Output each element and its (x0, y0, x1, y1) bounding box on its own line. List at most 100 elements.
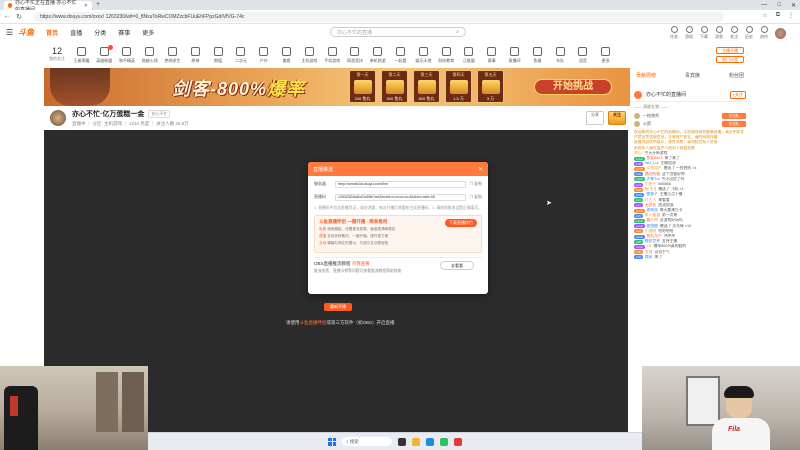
copy-server-button[interactable]: ❐ 复制 (469, 181, 482, 187)
edge-icon[interactable] (426, 437, 434, 446)
dialog-note: 1. 直播码中包含直播凭证，请勿泄露；每次开播后将重新生成直播码。2. 请按照推… (314, 206, 482, 210)
header-task-icon[interactable]: 任务 (670, 26, 678, 40)
nav-more[interactable]: 更多 (142, 28, 154, 37)
category-icon (601, 46, 611, 56)
header-game-icon[interactable]: 游戏 (685, 26, 693, 40)
category-icon (122, 46, 132, 56)
category-item[interactable]: 直播间 (503, 46, 526, 64)
site-logo[interactable]: 斗鱼 (18, 27, 34, 38)
chat-message-list[interactable]: 欢迎来到亦心不忙的直播间，斗鱼倡导绿色健康直播，请文明发言 严禁宣传违规信息，注意… (630, 128, 750, 262)
server-address-field[interactable]: rtmp://sendtc3a.douyu.com/live (335, 180, 467, 188)
back-icon[interactable]: ← (2, 13, 12, 20)
tab-close-icon[interactable]: ✕ (84, 3, 88, 9)
category-item[interactable]: 二次元 (230, 46, 253, 64)
category-item[interactable]: 户外 (252, 46, 275, 64)
category-item[interactable]: 更多 (594, 46, 617, 64)
download-companion-button[interactable]: 下载直播伴侣 (445, 219, 477, 227)
nav-home[interactable]: 首页 (46, 28, 58, 37)
category-item[interactable]: 美食 (275, 46, 298, 64)
category-item[interactable]: 科技教育 (435, 46, 458, 64)
category-item[interactable]: 绝地求生 (161, 46, 184, 64)
nav-live[interactable]: 直播 (70, 28, 82, 37)
hamburger-menu-icon[interactable]: ☰ (6, 28, 13, 37)
new-tab-icon[interactable]: + (96, 1, 100, 8)
view-tutorial-button[interactable]: 去看看 (440, 261, 474, 270)
site-search-input[interactable]: 亦心不忙的直播 ⌕ (330, 27, 466, 37)
menu-dots-icon[interactable]: ⋮ (788, 12, 794, 19)
task-view-icon[interactable] (398, 437, 406, 446)
nav-category[interactable]: 分类 (94, 28, 106, 37)
follow-button[interactable]: 关注 (608, 111, 626, 125)
app-icon[interactable] (454, 437, 462, 446)
windows-start-icon[interactable] (328, 437, 336, 446)
maximize-button[interactable]: □ (777, 2, 781, 8)
category-item[interactable]: 和平精英 (116, 46, 139, 64)
share-button[interactable]: 分享 (586, 111, 604, 125)
dialog-close-icon[interactable]: ✕ (478, 166, 483, 173)
reward-tier: 第三天 800 鱼丸 (413, 70, 440, 103)
dialog-title: 直播推流 (313, 166, 334, 173)
header-create-icon[interactable]: 创作 (760, 26, 768, 40)
search-icon[interactable]: ⌕ (456, 29, 459, 35)
stream-key-field[interactable]: 12632304sAkoOc6Ne?wsSecret=•••••••••••••… (335, 193, 467, 201)
refresh-icon[interactable]: ↻ (14, 13, 24, 21)
header-follow-icon[interactable]: 关注 (730, 26, 738, 40)
nav-events[interactable]: 赛事 (118, 28, 130, 37)
copy-key-button[interactable]: ❐ 复制 (469, 194, 482, 200)
category-item[interactable]: 语音 (572, 46, 595, 64)
url-input[interactable]: https://www.douyu.com/xxxx/ 1263230/wlt=… (34, 12, 724, 22)
category-item[interactable]: 王者荣耀 (70, 46, 93, 64)
category-item[interactable]: 车队 (549, 46, 572, 64)
level-badge: Lv12 (634, 156, 645, 161)
room-follow-button[interactable]: +关注 (729, 90, 746, 99)
chat-username[interactable]: 糯米 (645, 255, 653, 260)
send-gift-button[interactable]: 去送礼 (722, 113, 746, 119)
companion-app-link[interactable]: 斗鱼直播伴侣 (300, 320, 327, 325)
category-item[interactable]: 穿越火线 (138, 46, 161, 64)
star-icon[interactable]: ☆ (762, 12, 767, 19)
badge-hot-category[interactable]: 热门分类 (716, 56, 744, 63)
banner-cta-button[interactable]: 开始挑战 (534, 79, 612, 95)
category-item[interactable]: 单机热游 (366, 46, 389, 64)
category-icon (373, 46, 383, 56)
panel-line: 互动 弹幕礼物实时展示，与观众互动更轻松 (319, 241, 389, 245)
category-item[interactable]: 网游竞技 (344, 46, 367, 64)
badge-anchor-live[interactable]: 主播开播 (716, 47, 744, 54)
level-badge: Lv6 (634, 172, 643, 177)
restart-stream-button[interactable]: 重新开播 (324, 303, 352, 311)
category-item[interactable]: 颜值 (207, 46, 230, 64)
file-explorer-icon[interactable] (412, 437, 420, 446)
category-item[interactable]: 娱乐天地 (412, 46, 435, 64)
streamer-avatar[interactable] (50, 110, 66, 126)
category-item[interactable]: 一起看 (389, 46, 412, 64)
tab-vip-seats[interactable]: 贵宾席 (685, 72, 700, 79)
obs-tutorial-link[interactable]: 点我查看 (352, 261, 370, 266)
send-gift-button[interactable]: 去送礼 (722, 121, 746, 127)
browser-tab[interactable]: 亦心不忙正在直播 亦心不忙的直播间 ✕ (4, 0, 92, 13)
category-item[interactable]: 正能量 (458, 46, 481, 64)
close-window-button[interactable]: ✕ (791, 2, 796, 9)
category-item[interactable]: 原神 (184, 46, 207, 64)
header-history-icon[interactable]: 历史 (745, 26, 753, 40)
category-label: 更多 (601, 57, 610, 63)
reward-tier: 第一天 200 鱼丸 (349, 70, 376, 103)
category-icon (555, 46, 565, 56)
chrome-icon[interactable] (440, 437, 448, 446)
tab-fan-club[interactable]: 粉丝团 (729, 72, 744, 79)
category-item[interactable]: 英雄联盟 (93, 44, 116, 64)
category-item[interactable]: 赛事 (480, 46, 503, 64)
category-item[interactable]: 手机游戏 (321, 46, 344, 64)
minimize-button[interactable]: — (761, 2, 767, 8)
tab-weekly-rank[interactable]: 贡献周榜 (636, 72, 656, 79)
chat-username[interactable]: 亦心: (634, 151, 643, 156)
header-download-icon[interactable]: 下载 (700, 26, 708, 40)
header-message-icon[interactable]: 消息 (715, 26, 723, 40)
category-item[interactable]: 鱼塘 (526, 46, 549, 64)
follow-counter[interactable]: 12 我的关注 (44, 47, 70, 63)
category-label: 英雄联盟 (96, 57, 113, 63)
promo-banner[interactable]: 剑客-800%爆率 第一天 200 鱼丸 第二天 500 鱼丸 第三天 800 鱼丸 第四天… (44, 68, 630, 106)
category-item[interactable]: 主机游戏 (298, 46, 321, 64)
taskbar-search[interactable]: ⌕ 搜索 (342, 437, 392, 446)
user-avatar[interactable] (775, 27, 786, 39)
extensions-icon[interactable]: ⧉ (776, 12, 780, 19)
